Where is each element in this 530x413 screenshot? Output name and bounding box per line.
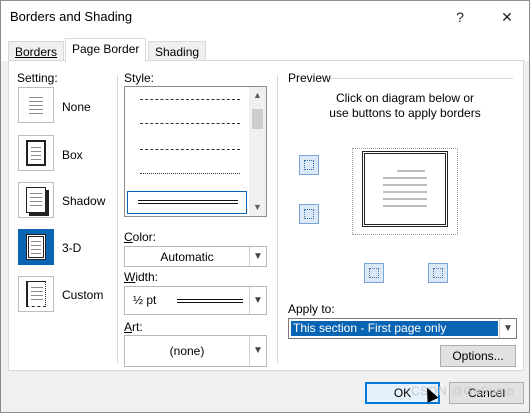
page-thumbnail bbox=[26, 140, 46, 166]
shadow-border-icon[interactable] bbox=[18, 182, 54, 218]
tab-label: Page Border bbox=[72, 42, 140, 56]
borders-and-shading-dialog: Borders and Shading ? ✕ Borders Page Bor… bbox=[0, 0, 530, 413]
scroll-thumb[interactable] bbox=[252, 109, 263, 129]
bottom-border-button[interactable] bbox=[299, 204, 319, 224]
chevron-down-icon[interactable]: ▼ bbox=[249, 287, 266, 314]
preview-diagram[interactable] bbox=[352, 148, 458, 235]
style-option-dash-dot-dot[interactable] bbox=[140, 173, 240, 174]
setting-none-label[interactable]: None bbox=[62, 100, 91, 114]
setting-box-label[interactable]: Box bbox=[62, 148, 83, 162]
divider bbox=[277, 75, 278, 363]
preview-text-line bbox=[383, 198, 427, 200]
color-combo[interactable]: Automatic ▼ bbox=[124, 246, 267, 267]
right-border-icon bbox=[433, 268, 443, 278]
setting-label: Setting: bbox=[17, 71, 58, 85]
apply-to-label: Apply to: bbox=[288, 302, 335, 316]
style-option-dash-dot[interactable] bbox=[140, 149, 240, 150]
close-button[interactable]: ✕ bbox=[485, 1, 529, 33]
page-thumbnail bbox=[26, 281, 46, 307]
tab-label: Borders bbox=[15, 45, 58, 59]
width-combo[interactable]: ½ pt ▼ bbox=[124, 286, 267, 315]
right-border-button[interactable] bbox=[428, 263, 448, 283]
setting-3d-label[interactable]: 3-D bbox=[62, 241, 81, 255]
preview-text-line bbox=[383, 191, 427, 193]
style-label: Style: bbox=[124, 71, 155, 85]
divider bbox=[117, 75, 118, 363]
box-border-icon[interactable] bbox=[18, 135, 54, 171]
chevron-down-icon[interactable]: ▼ bbox=[499, 319, 516, 338]
apply-to-combo[interactable]: This section - First page only ▼ bbox=[288, 318, 517, 339]
preview-text-line bbox=[383, 177, 427, 179]
help-button[interactable]: ? bbox=[438, 1, 482, 33]
title-bar: Borders and Shading ? ✕ bbox=[1, 1, 529, 33]
tab-page-border[interactable]: Page Border bbox=[65, 38, 147, 62]
preview-label: Preview bbox=[288, 71, 331, 85]
bottom-border-icon bbox=[304, 209, 314, 219]
width-line-sample bbox=[177, 299, 243, 303]
dialog-title: Borders and Shading bbox=[10, 9, 133, 24]
color-value: Automatic bbox=[160, 250, 214, 264]
chevron-down-icon[interactable]: ▼ bbox=[249, 247, 266, 266]
preview-text-line bbox=[397, 170, 425, 172]
left-border-button[interactable] bbox=[364, 263, 384, 283]
custom-border-icon[interactable] bbox=[18, 276, 54, 312]
style-option-dashed[interactable] bbox=[140, 123, 240, 124]
hint-line: Click on diagram below or bbox=[335, 91, 475, 105]
setting-shadow-label[interactable]: Shadow bbox=[62, 194, 105, 208]
style-listbox[interactable]: ▲ ▼ bbox=[124, 86, 267, 217]
width-label: Width: bbox=[124, 270, 159, 284]
style-option-double-selected[interactable] bbox=[127, 191, 247, 214]
apply-to-value: This section - First page only bbox=[291, 321, 498, 336]
3d-border-icon[interactable] bbox=[18, 229, 54, 265]
page-thumbnail bbox=[26, 92, 46, 118]
preview-text-line bbox=[383, 184, 427, 186]
top-border-button[interactable] bbox=[299, 155, 319, 175]
tab-shading[interactable]: Shading bbox=[148, 41, 207, 62]
style-scrollbar[interactable]: ▲ ▼ bbox=[249, 87, 266, 216]
scroll-down-icon[interactable]: ▼ bbox=[249, 199, 266, 216]
left-border-icon bbox=[369, 268, 379, 278]
none-border-icon[interactable] bbox=[18, 87, 54, 123]
art-value: (none) bbox=[169, 344, 205, 358]
tab-strip: Borders Page Border Shading bbox=[1, 33, 529, 62]
tab-borders[interactable]: Borders bbox=[8, 41, 65, 62]
options-button[interactable]: Options... bbox=[440, 345, 516, 367]
page-thumbnail bbox=[26, 234, 46, 260]
page-thumbnail bbox=[26, 187, 46, 213]
top-border-icon bbox=[304, 160, 314, 170]
art-label: Art: bbox=[124, 320, 143, 334]
double-line-sample bbox=[138, 200, 238, 204]
preview-hint: Click on diagram below or use buttons to… bbox=[294, 91, 516, 121]
style-option-dashed-fine[interactable] bbox=[140, 99, 240, 100]
color-label: Color: bbox=[124, 230, 157, 244]
setting-custom-label[interactable]: Custom bbox=[62, 288, 103, 302]
hint-line: use buttons to apply borders bbox=[329, 106, 481, 120]
page-border-panel: Setting: None Box Shadow 3-D Custom Styl… bbox=[8, 60, 524, 371]
art-combo[interactable]: (none) ▼ bbox=[124, 335, 267, 367]
chevron-down-icon[interactable]: ▼ bbox=[249, 336, 266, 366]
tab-label: Shading bbox=[155, 45, 200, 59]
preview-separator bbox=[330, 78, 513, 79]
preview-page[interactable] bbox=[362, 151, 448, 227]
scroll-up-icon[interactable]: ▲ bbox=[249, 87, 266, 104]
preview-text-line bbox=[383, 205, 427, 207]
width-value: ½ pt bbox=[133, 293, 157, 307]
